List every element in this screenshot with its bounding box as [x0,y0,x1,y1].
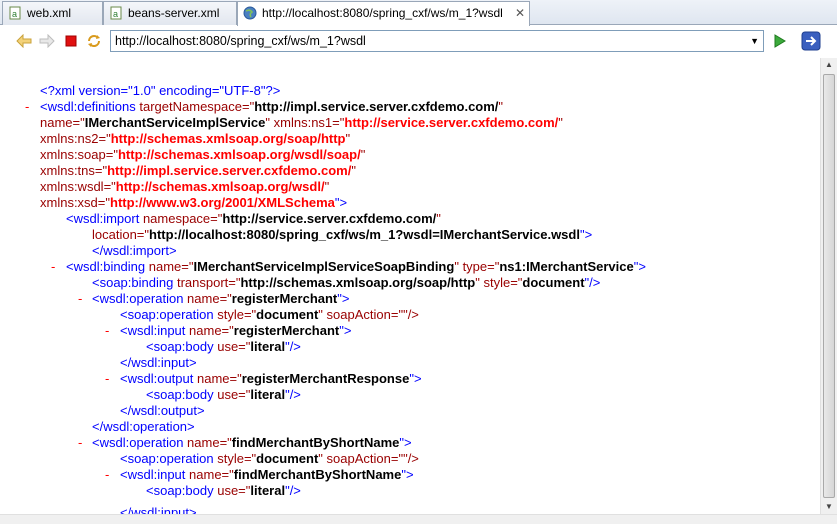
definitions-attr-line: xmlns:wsdl="http://schemas.xmlsoap.org/w… [40,179,330,194]
tab-wsdl-browser[interactable]: http://localhost:8080/spring_cxf/ws/m_1?… [237,1,530,26]
tab-beans-server-xml[interactable]: a beans-server.xml [103,1,237,25]
operation-tag-line: <wsdl:operation name="registerMerchant"> [92,291,350,306]
soap-operation-line: <soap:operation style="document" soapAct… [120,307,419,322]
svg-text:a: a [12,9,17,19]
close-tab-icon[interactable]: ✕ [515,2,525,24]
tab-label: web.xml [27,6,72,20]
soap-body-line: <soap:body use="literal"/> [146,483,301,498]
definitions-tag-line: <wsdl:definitions targetNamespace="http:… [40,99,504,114]
collapse-toggle[interactable]: - [78,291,88,307]
import-tag-line: <wsdl:import namespace="http://service.s… [66,211,441,226]
xml-document-view: <?xml version="1.0" encoding="UTF-8"?> -… [0,58,820,514]
collapse-toggle[interactable]: - [25,99,35,115]
collapse-toggle[interactable]: - [78,435,88,451]
input-tag-line: <wsdl:input name="findMerchantByShortNam… [120,467,414,482]
go-play-icon[interactable] [770,32,788,50]
url-input[interactable]: http://localhost:8080/spring_cxf/ws/m_1?… [110,30,764,52]
xml-declaration: <?xml version="1.0" encoding="UTF-8"?> [40,83,281,98]
scrollbar-thumb[interactable] [823,74,835,498]
refresh-icon[interactable] [85,32,103,50]
collapse-toggle[interactable]: - [51,259,61,275]
input-tag-line: <wsdl:input name="registerMerchant"> [120,323,352,338]
scroll-up-icon[interactable]: ▲ [821,58,837,72]
globe-icon [243,6,257,20]
definitions-attr-line: xmlns:xsd="http://www.w3.org/2001/XMLSch… [40,195,348,210]
import-close-line: </wsdl:import> [92,243,177,258]
soap-operation-line: <soap:operation style="document" soapAct… [120,451,419,466]
scroll-down-icon[interactable]: ▼ [821,500,837,514]
operation-close-line: </wsdl:operation> [92,419,195,434]
open-external-icon[interactable] [800,30,822,52]
tab-label: http://localhost:8080/spring_cxf/ws/m_1?… [262,6,503,20]
definitions-attr-line: xmlns:soap="http://schemas.xmlsoap.org/w… [40,147,366,162]
definitions-attr-line: xmlns:ns2="http://schemas.xmlsoap.org/so… [40,131,351,146]
operation-tag-line: <wsdl:operation name="findMerchantByShor… [92,435,412,450]
horizontal-scrollbar[interactable] [0,514,837,524]
collapse-toggle[interactable]: - [105,467,115,483]
input-close-line: </wsdl:input> [120,355,197,370]
input-close-line: </wsdl:input> [120,505,197,514]
soap-body-line: <soap:body use="literal"/> [146,339,301,354]
forward-arrow-icon[interactable] [38,32,56,50]
output-tag-line: <wsdl:output name="registerMerchantRespo… [120,371,422,386]
tab-label: beans-server.xml [128,6,220,20]
definitions-attr-line: xmlns:tns="http://impl.service.server.cx… [40,163,356,178]
output-close-line: </wsdl:output> [120,403,205,418]
vertical-scrollbar[interactable]: ▲ ▼ [820,58,837,514]
import-location-line: location="http://localhost:8080/spring_c… [92,227,593,242]
collapse-toggle[interactable]: - [105,323,115,339]
url-text: http://localhost:8080/spring_cxf/ws/m_1?… [115,34,366,48]
xml-file-icon: a [110,6,122,20]
editor-tab-bar: a web.xml a beans-server.xml http://loca… [0,0,837,26]
definitions-attr-line: name="IMerchantServiceImplService" xmlns… [40,115,563,130]
soap-body-line: <soap:body use="literal"/> [146,387,301,402]
stop-icon[interactable] [62,32,80,50]
soap-binding-line: <soap:binding transport="http://schemas.… [92,275,601,290]
collapse-toggle[interactable]: - [105,371,115,387]
browser-toolbar: http://localhost:8080/spring_cxf/ws/m_1?… [0,26,837,58]
xml-file-icon: a [9,6,21,20]
tab-web-xml[interactable]: a web.xml [2,1,103,25]
binding-tag-line: <wsdl:binding name="IMerchantServiceImpl… [66,259,646,274]
svg-text:a: a [113,9,118,19]
back-arrow-icon[interactable] [15,32,33,50]
chevron-down-icon[interactable]: ▼ [750,31,759,51]
